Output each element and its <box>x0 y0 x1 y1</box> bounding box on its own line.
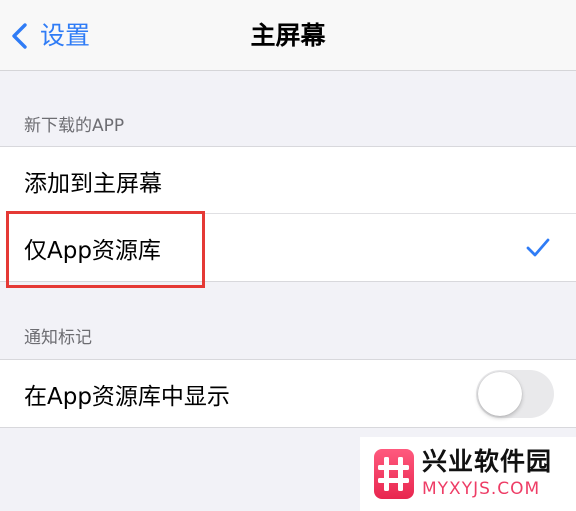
badges-group: 在App资源库中显示 <box>0 359 576 428</box>
back-button-label: 设置 <box>40 21 91 50</box>
back-button[interactable]: 设置 <box>10 16 90 56</box>
option-app-library-only[interactable]: 仅App资源库 <box>0 214 576 281</box>
watermark-title: 兴业软件园 <box>422 447 553 476</box>
chevron-left-icon <box>12 23 27 49</box>
hash-logo-icon <box>378 457 409 491</box>
option-add-to-home-screen-label: 添加到主屏幕 <box>24 170 162 197</box>
show-in-app-library-toggle[interactable] <box>476 370 554 418</box>
new-downloads-group: 添加到主屏幕 仅App资源库 <box>0 146 576 282</box>
watermark: 兴业软件园 MYXYJS.COM <box>360 437 576 511</box>
watermark-url: MYXYJS.COM <box>422 479 541 499</box>
section-header-badges: 通知标记 <box>24 328 92 348</box>
toggle-knob <box>478 372 522 416</box>
option-app-library-only-label: 仅App资源库 <box>24 237 161 264</box>
option-add-to-home-screen[interactable]: 添加到主屏幕 <box>0 147 576 214</box>
watermark-logo <box>374 449 414 499</box>
option-show-in-app-library: 在App资源库中显示 <box>0 360 576 427</box>
section-header-new-downloads: 新下载的APP <box>24 116 125 136</box>
option-show-in-app-library-label: 在App资源库中显示 <box>24 383 230 410</box>
navigation-bar: 设置 主屏幕 <box>0 0 576 71</box>
checkmark-icon <box>526 238 550 257</box>
